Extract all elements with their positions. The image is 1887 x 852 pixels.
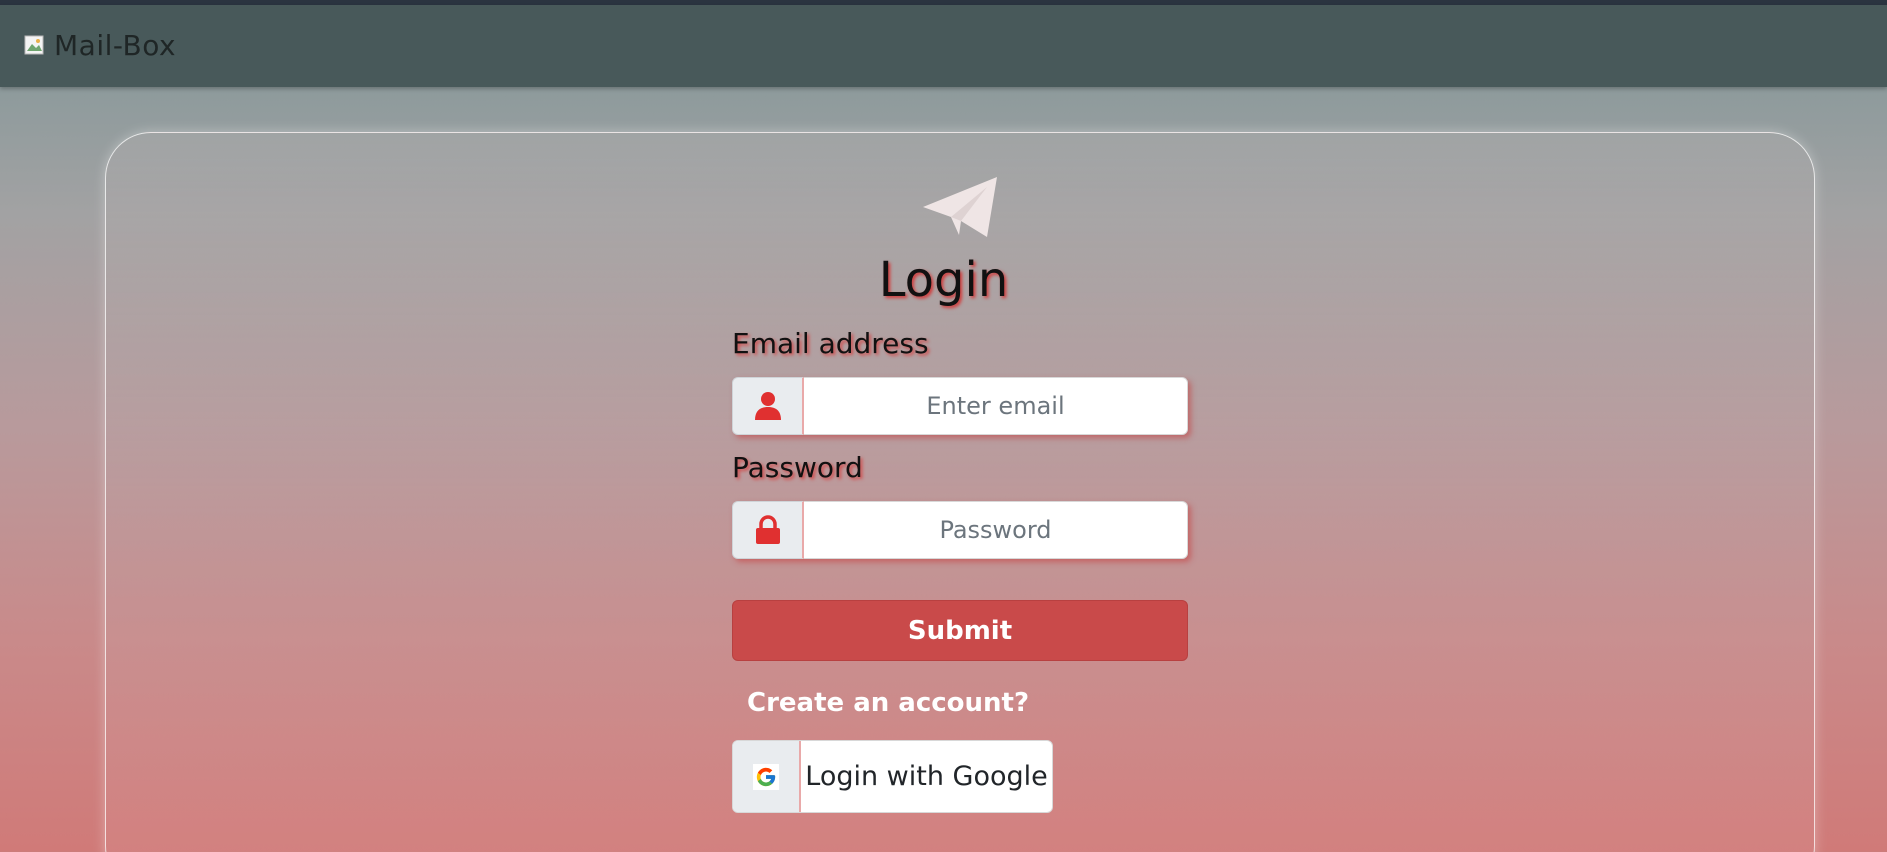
- broken-image-icon: [24, 35, 46, 57]
- brand-name: Mail-Box: [54, 29, 177, 62]
- password-label: Password: [732, 451, 863, 484]
- email-input-group: [732, 377, 1188, 435]
- google-g-icon: [753, 763, 779, 790]
- password-addon: [732, 501, 804, 559]
- email-label: Email address: [732, 327, 929, 360]
- google-login-button[interactable]: Login with Google: [732, 740, 1053, 813]
- password-input-group: [732, 501, 1188, 559]
- email-input[interactable]: [804, 377, 1188, 435]
- submit-button[interactable]: Submit: [732, 600, 1188, 661]
- google-addon: [733, 741, 801, 812]
- email-addon: [732, 377, 804, 435]
- password-input[interactable]: [804, 501, 1188, 559]
- navbar-brand[interactable]: Mail-Box: [24, 29, 176, 62]
- lock-icon: [755, 515, 780, 544]
- paper-plane-icon: [923, 177, 997, 237]
- google-login-label: Login with Google: [805, 761, 1048, 792]
- page-title: Login: [878, 252, 1009, 308]
- create-account-link[interactable]: Create an account?: [747, 688, 1029, 718]
- navbar: Mail-Box: [0, 5, 1887, 87]
- user-icon: [754, 392, 781, 420]
